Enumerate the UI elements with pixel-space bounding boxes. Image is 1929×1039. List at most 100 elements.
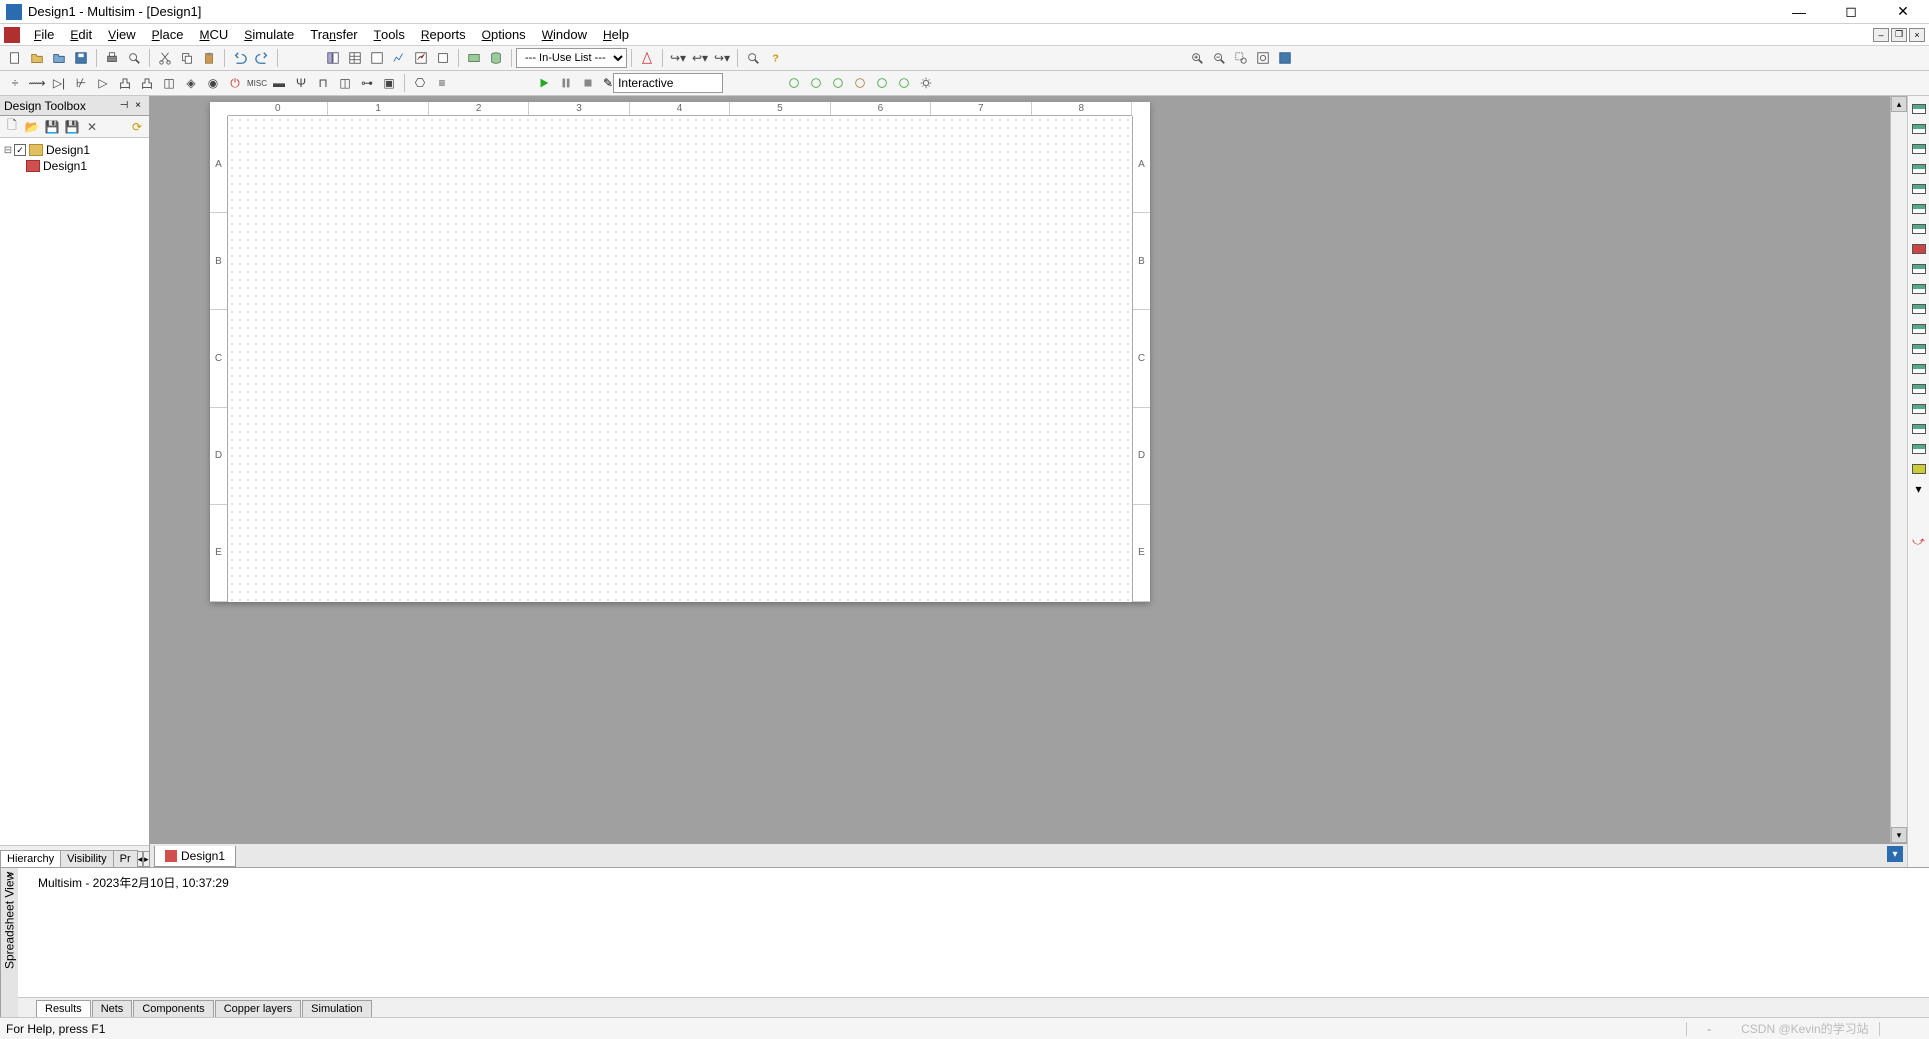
back-annotate-button[interactable]: ↩▾ (690, 48, 710, 68)
document-tab-design1[interactable]: Design1 (154, 846, 236, 867)
place-advanced-button[interactable]: ▬ (269, 73, 289, 93)
menu-view[interactable]: View (100, 25, 144, 44)
tab-list-button[interactable]: ▾ (1887, 846, 1903, 862)
current-probe-button[interactable]: ⤻ (1910, 532, 1928, 550)
probe-reference-button[interactable] (872, 73, 892, 93)
electrical-rules-check-button[interactable] (637, 48, 657, 68)
refresh-button[interactable]: ⟳ (128, 118, 146, 136)
menu-help[interactable]: Help (595, 25, 637, 44)
mdi-restore-button[interactable]: ❐ (1891, 28, 1907, 42)
mdi-minimize-button[interactable]: – (1873, 28, 1889, 42)
place-cmos-button[interactable]: 凸 (137, 73, 157, 93)
tree-child-node[interactable]: Design1 (26, 158, 147, 174)
agilent-fgen-button[interactable] (1910, 380, 1928, 398)
scroll-up-button[interactable]: ▴ (1891, 96, 1907, 112)
place-mcu-button[interactable]: ▣ (379, 73, 399, 93)
place-rf-button[interactable]: Ψ (291, 73, 311, 93)
probe-voltage-button[interactable] (784, 73, 804, 93)
parent-sheet-button[interactable] (433, 48, 453, 68)
fullscreen-button[interactable] (1275, 48, 1295, 68)
word-generator-button[interactable] (1910, 240, 1928, 258)
toggle-design-toolbox-button[interactable] (323, 48, 343, 68)
print-button[interactable] (102, 48, 122, 68)
agilent-multimeter-button[interactable] (1910, 400, 1928, 418)
close-panel-icon[interactable]: × (131, 99, 145, 113)
print-preview-button[interactable] (124, 48, 144, 68)
probe-current-button[interactable] (806, 73, 826, 93)
bode-plotter-button[interactable] (1910, 200, 1928, 218)
menu-transfer[interactable]: Transfer (302, 25, 365, 44)
forward-annotate-button[interactable]: ↪▾ (712, 48, 732, 68)
schematic-page[interactable]: 0 1 2 3 4 5 6 7 8 A B C D (210, 102, 1150, 602)
close-button[interactable]: ✕ (1883, 2, 1923, 22)
agilent-scope-button[interactable] (1910, 420, 1928, 438)
place-ni-button[interactable]: ◫ (335, 73, 355, 93)
open-button[interactable] (27, 48, 47, 68)
frequency-counter-button[interactable] (1910, 220, 1928, 238)
schematic-canvas[interactable]: 0 1 2 3 4 5 6 7 8 A B C D (150, 96, 1890, 843)
place-misc-button[interactable]: MISC (247, 73, 267, 93)
tab-results[interactable]: Results (36, 1000, 91, 1017)
logic-converter-button[interactable] (1910, 280, 1928, 298)
find-button[interactable] (743, 48, 763, 68)
zoom-fit-button[interactable] (1253, 48, 1273, 68)
zoom-in-button[interactable] (1187, 48, 1207, 68)
tab-scroll-right[interactable]: ▸ (143, 851, 150, 867)
open-sample-button[interactable] (49, 48, 69, 68)
menu-mcu[interactable]: MCU (192, 25, 237, 44)
tree-root-node[interactable]: ⊟ ✓ Design1 (2, 142, 147, 158)
menu-file[interactable]: File (26, 25, 62, 44)
new-button[interactable] (5, 48, 25, 68)
place-misc-digital-button[interactable]: ◫ (159, 73, 179, 93)
place-diode-button[interactable]: ▷| (49, 73, 69, 93)
save-all-button[interactable]: 💾 (63, 118, 81, 136)
tab-visibility[interactable]: Visibility (60, 850, 114, 867)
open-design-button[interactable]: 📂 (23, 118, 41, 136)
scroll-track[interactable] (1891, 112, 1907, 827)
menu-place[interactable]: Place (144, 25, 192, 44)
toggle-grapher-button[interactable] (389, 48, 409, 68)
spreadsheet-close-icon[interactable]: × (4, 870, 15, 881)
logic-analyzer-button[interactable] (1910, 260, 1928, 278)
toggle-postprocessor-button[interactable] (411, 48, 431, 68)
copy-button[interactable] (177, 48, 197, 68)
stop-button[interactable] (578, 73, 598, 93)
menu-edit[interactable]: Edit (62, 25, 100, 44)
multimeter-button[interactable] (1910, 100, 1928, 118)
pause-button[interactable] (556, 73, 576, 93)
checkbox-icon[interactable]: ✓ (14, 144, 26, 156)
probe-power-button[interactable] (828, 73, 848, 93)
mdi-close-button[interactable]: × (1909, 28, 1925, 42)
zoom-area-button[interactable] (1231, 48, 1251, 68)
tab-nets[interactable]: Nets (92, 1000, 133, 1017)
pin-icon[interactable]: ⊣ (117, 99, 131, 113)
tektronix-scope-button[interactable] (1910, 440, 1928, 458)
tab-hierarchy[interactable]: Hierarchy (0, 850, 61, 867)
minimize-button[interactable]: — (1779, 2, 1819, 22)
place-basic-button[interactable]: ⟿ (27, 73, 47, 93)
wattmeter-button[interactable] (1910, 140, 1928, 158)
tab-simulation[interactable]: Simulation (302, 1000, 371, 1017)
ni-elvis-button[interactable]: ▾ (1910, 480, 1928, 498)
place-power-button[interactable]: ⏻ (225, 73, 245, 93)
place-indicator-button[interactable]: ◉ (203, 73, 223, 93)
probe-digital-button[interactable] (894, 73, 914, 93)
component-wizard-button[interactable] (464, 48, 484, 68)
iv-analyzer-button[interactable] (1910, 300, 1928, 318)
database-manager-button[interactable] (486, 48, 506, 68)
place-electromech-button[interactable]: ⊓ (313, 73, 333, 93)
place-analog-button[interactable]: ▷ (93, 73, 113, 93)
place-bus-button[interactable]: ≡ (432, 73, 452, 93)
oscilloscope-button[interactable] (1910, 160, 1928, 178)
place-transistor-button[interactable]: ⊬ (71, 73, 91, 93)
tab-copper-layers[interactable]: Copper layers (215, 1000, 301, 1017)
cut-button[interactable] (155, 48, 175, 68)
place-ttl-button[interactable]: 凸 (115, 73, 135, 93)
zoom-out-button[interactable] (1209, 48, 1229, 68)
design-tree[interactable]: ⊟ ✓ Design1 Design1 (0, 138, 149, 845)
new-design-button[interactable]: 🗋 (3, 118, 21, 136)
vertical-scrollbar[interactable]: ▴ ▾ (1890, 96, 1907, 843)
place-hierarchical-button[interactable]: ⎔ (410, 73, 430, 93)
run-button[interactable] (534, 73, 554, 93)
close-design-button[interactable]: ✕ (83, 118, 101, 136)
